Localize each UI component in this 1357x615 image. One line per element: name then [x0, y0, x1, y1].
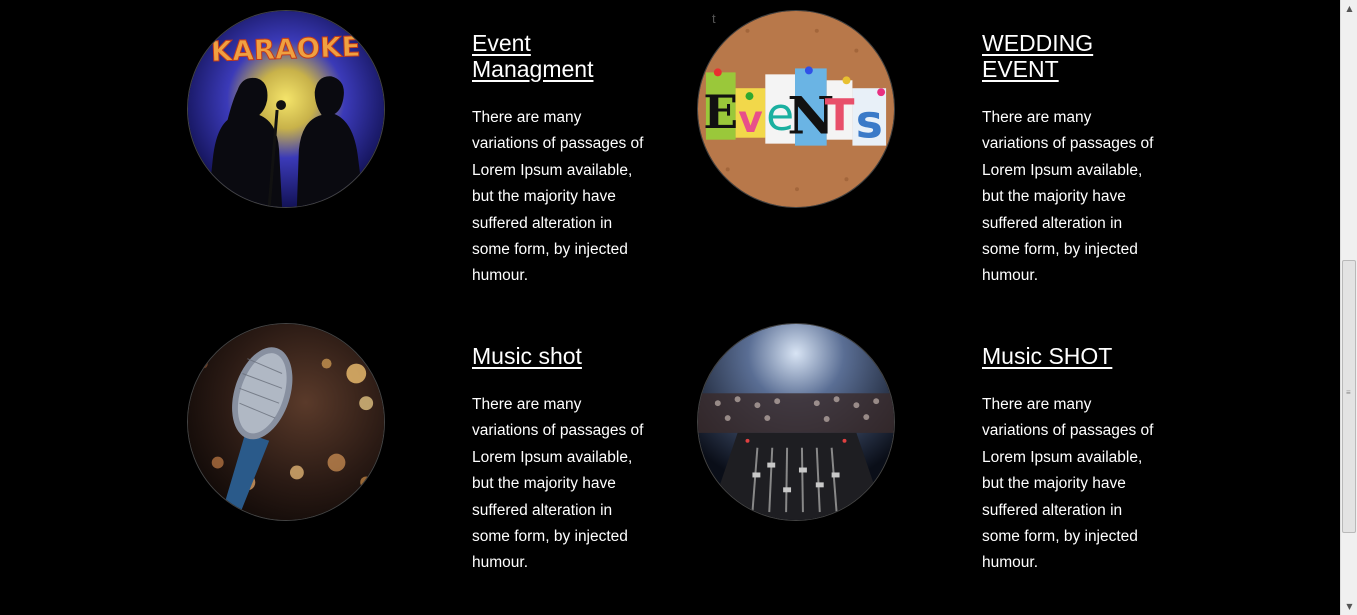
page-content: t KARAOKE Event Managment There are many… [0, 0, 1340, 615]
events-image: E v e N T s [697, 10, 895, 208]
music-shot-2-description: There are many variations of passages of… [982, 396, 1154, 572]
card-music-shot-2: Music SHOT There are many variations of … [982, 343, 1157, 577]
event-letter-2: v [738, 97, 763, 141]
event-managment-link[interactable]: Event Managment [472, 30, 647, 82]
stray-text: t [712, 11, 716, 26]
music-shot-2-link[interactable]: Music SHOT [982, 343, 1157, 369]
scroll-down-icon[interactable]: ▼ [1341, 598, 1357, 615]
music-shot-link[interactable]: Music shot [472, 343, 647, 369]
wedding-event-link[interactable]: WEDDING EVENT [982, 30, 1157, 82]
vertical-scrollbar[interactable]: ▲ ≡ ▼ [1340, 0, 1357, 615]
music-shot-description: There are many variations of passages of… [472, 396, 644, 572]
scroll-up-icon[interactable]: ▲ [1341, 0, 1357, 17]
dj-mixer-image [697, 323, 895, 521]
event-letter-1: E [703, 85, 738, 139]
karaoke-sign-text: KARAOKE [210, 30, 361, 68]
grip-icon: ≡ [1346, 388, 1351, 397]
card-event-managment: Event Managment There are many variation… [472, 30, 647, 290]
microphone-image [187, 323, 385, 521]
card-wedding-event: WEDDING EVENT There are many variations … [982, 30, 1157, 290]
event-letter-6: s [856, 96, 883, 149]
wedding-event-description: There are many variations of passages of… [982, 109, 1154, 285]
karaoke-image: KARAOKE [187, 10, 385, 208]
event-managment-description: There are many variations of passages of… [472, 109, 644, 285]
scrollbar-thumb[interactable]: ≡ [1342, 260, 1356, 533]
card-music-shot: Music shot There are many variations of … [472, 343, 647, 577]
event-letter-5: T [825, 91, 855, 141]
